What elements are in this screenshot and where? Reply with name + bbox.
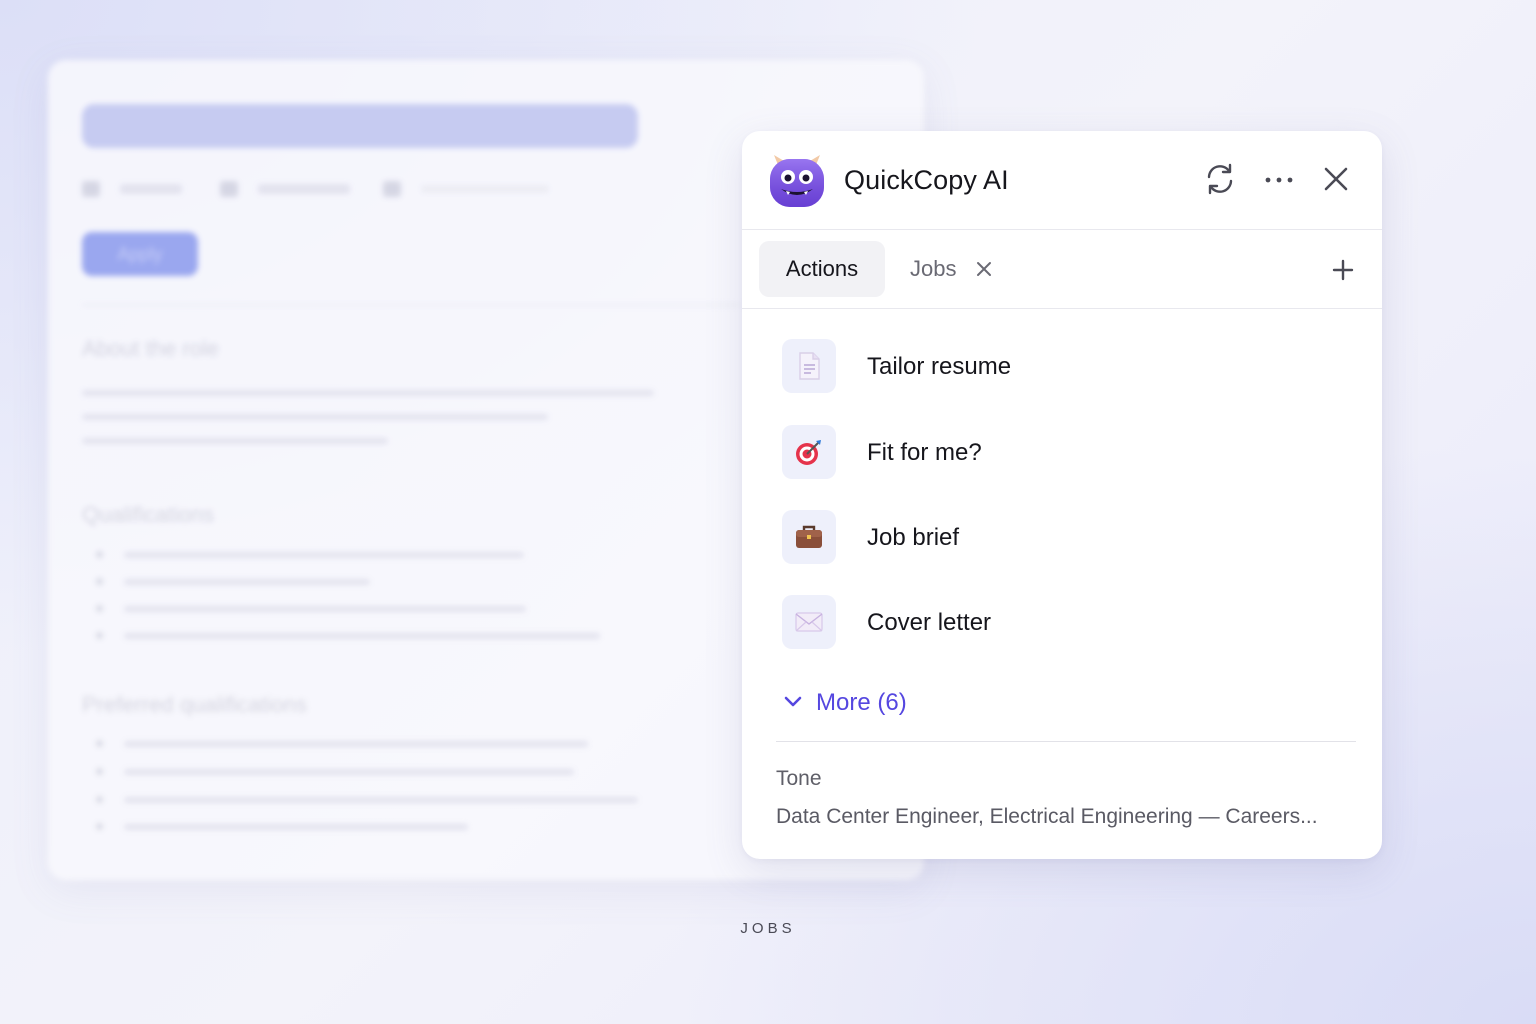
more-actions-button[interactable]: More (6) [782, 685, 907, 721]
tone-value: Data Center Engineer, Electrical Enginee… [776, 805, 1318, 828]
more-options-button[interactable] [1259, 161, 1299, 201]
background-line [124, 769, 574, 775]
more-actions-label: More (6) [816, 689, 907, 716]
add-tab-button[interactable] [1328, 255, 1358, 285]
close-tab-icon [972, 262, 996, 285]
background-bullet [96, 578, 103, 585]
background-line [124, 579, 370, 585]
background-line [82, 390, 654, 396]
close-panel-button[interactable] [1316, 161, 1356, 201]
background-meta [82, 180, 549, 198]
background-bullet [96, 768, 103, 775]
briefcase-icon [782, 510, 836, 564]
background-bullet [96, 823, 103, 830]
chevron-down-icon [782, 694, 804, 713]
document-icon [782, 339, 836, 393]
tone-label: Tone [776, 767, 822, 790]
background-heading: About the role [82, 336, 219, 361]
quickcopy-panel: QuickCopy AI Actions Jobs Tailor resume … [742, 131, 1382, 859]
action-tailor-resume[interactable]: Tailor resume [782, 339, 1342, 395]
background-line [124, 741, 588, 747]
tab-jobs[interactable]: Jobs [910, 241, 956, 297]
background-line [124, 824, 468, 830]
background-heading: Preferred qualifications [82, 692, 308, 717]
action-label: Fit for me? [867, 439, 982, 466]
tab-bar: Actions Jobs [742, 230, 1382, 309]
action-label: Cover letter [867, 609, 992, 636]
panel-header: QuickCopy AI [742, 131, 1382, 230]
action-fit-for-me[interactable]: Fit for me? [782, 425, 1342, 481]
background-bullet [96, 551, 103, 558]
close-icon [1323, 166, 1349, 197]
plus-icon [1328, 259, 1358, 289]
tab-actions[interactable]: Actions [759, 241, 885, 297]
envelope-icon [782, 595, 836, 649]
background-line [124, 552, 524, 558]
action-job-brief[interactable]: Job brief [782, 510, 1342, 566]
background-line [124, 606, 526, 612]
background-title-bar [82, 104, 638, 148]
action-cover-letter[interactable]: Cover letter [782, 595, 1342, 651]
background-line [124, 797, 638, 803]
background-divider [82, 304, 742, 306]
background-line [82, 414, 548, 420]
action-label: Job brief [867, 524, 960, 551]
action-label: Tailor resume [867, 353, 1012, 380]
background-bullet [96, 796, 103, 803]
background-line [82, 438, 388, 444]
monster-logo-icon [768, 153, 826, 209]
background-apply-button: Apply [82, 232, 198, 276]
background-line [124, 633, 600, 639]
divider [776, 741, 1356, 742]
background-bullet [96, 632, 103, 639]
page-caption: JOBS [740, 920, 796, 937]
app-title: QuickCopy AI [844, 165, 1009, 195]
more-options-icon [1264, 172, 1294, 190]
background-bullet [96, 740, 103, 747]
tab-jobs-close-button[interactable] [972, 257, 996, 281]
refresh-button[interactable] [1200, 161, 1240, 201]
background-bullet [96, 605, 103, 612]
target-icon [782, 425, 836, 479]
refresh-icon [1203, 162, 1237, 201]
background-heading: Qualifications [82, 502, 215, 527]
